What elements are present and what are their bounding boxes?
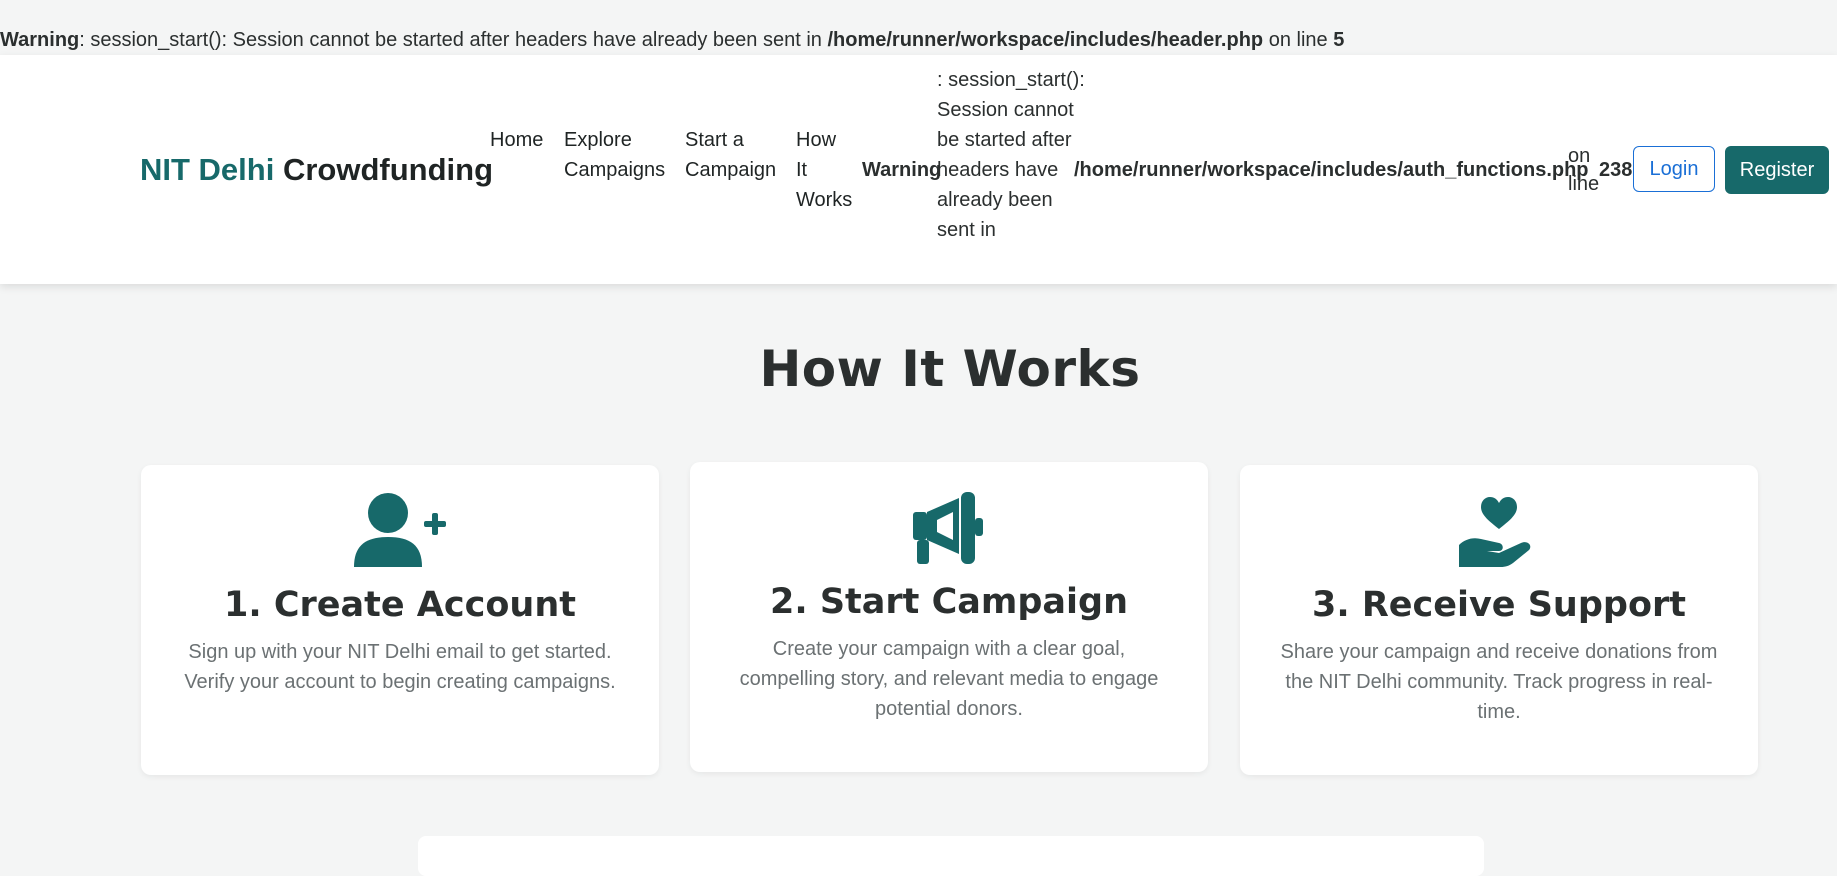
warning-on-line: on line [1263,29,1334,51]
next-section-card [418,836,1484,876]
nav-warning-line-number: 238 [1599,159,1633,181]
login-button[interactable]: Login [1633,146,1715,192]
user-plus-icon [354,493,446,567]
nav-warning-label: Warning [862,159,942,181]
step-title: 3. Receive Support [1311,585,1686,625]
step-title: 2. Start Campaign [770,582,1128,622]
nav-warning-on-line: on line [1568,145,1600,195]
step-title: 1. Create Account [224,585,576,625]
register-button[interactable]: Register [1725,146,1829,194]
warning-line-number: 5 [1333,29,1345,51]
warning-message: : session_start(): Session cannot be sta… [79,29,828,51]
step-description: Share your campaign and receive donation… [1280,641,1718,723]
section-title: How It Works [759,340,1141,398]
hand-holding-heart-icon [1459,497,1531,567]
warning-label: Warning [0,29,80,51]
brand-rest: Crowdfunding [282,152,494,187]
warning-path: /home/runner/workspace/includes/header.p… [827,29,1264,51]
brand-accent: NIT Delhi [140,152,275,187]
nav-warning-path: /home/runner/workspace/includes/auth_fun… [1074,159,1589,181]
step-description: Sign up with your NIT Delhi email to get… [184,641,616,693]
step-card-create-account: 1. Create Account Sign up with your NIT … [141,465,659,775]
nav-link-home[interactable]: Home [490,125,543,155]
step-card-receive-support: 3. Receive Support Share your campaign a… [1240,465,1758,775]
step-card-start-campaign: 2. Start Campaign Create your campaign w… [690,462,1208,772]
nav-link-start-campaign[interactable]: Start a Campaign [685,125,785,185]
nav-link-how-it-works[interactable]: How It Works [796,125,852,215]
nav-link-explore-campaigns[interactable]: Explore Campaigns [564,125,674,185]
php-warning-header: Warning: session_start(): Session cannot… [0,28,1344,52]
nav-warning-message: : session_start(): Session cannot be sta… [937,69,1085,241]
brand-logo[interactable]: NIT Delhi Crowdfunding [140,152,493,188]
step-description: Create your campaign with a clear goal, … [739,638,1159,720]
megaphone-icon [913,492,983,564]
